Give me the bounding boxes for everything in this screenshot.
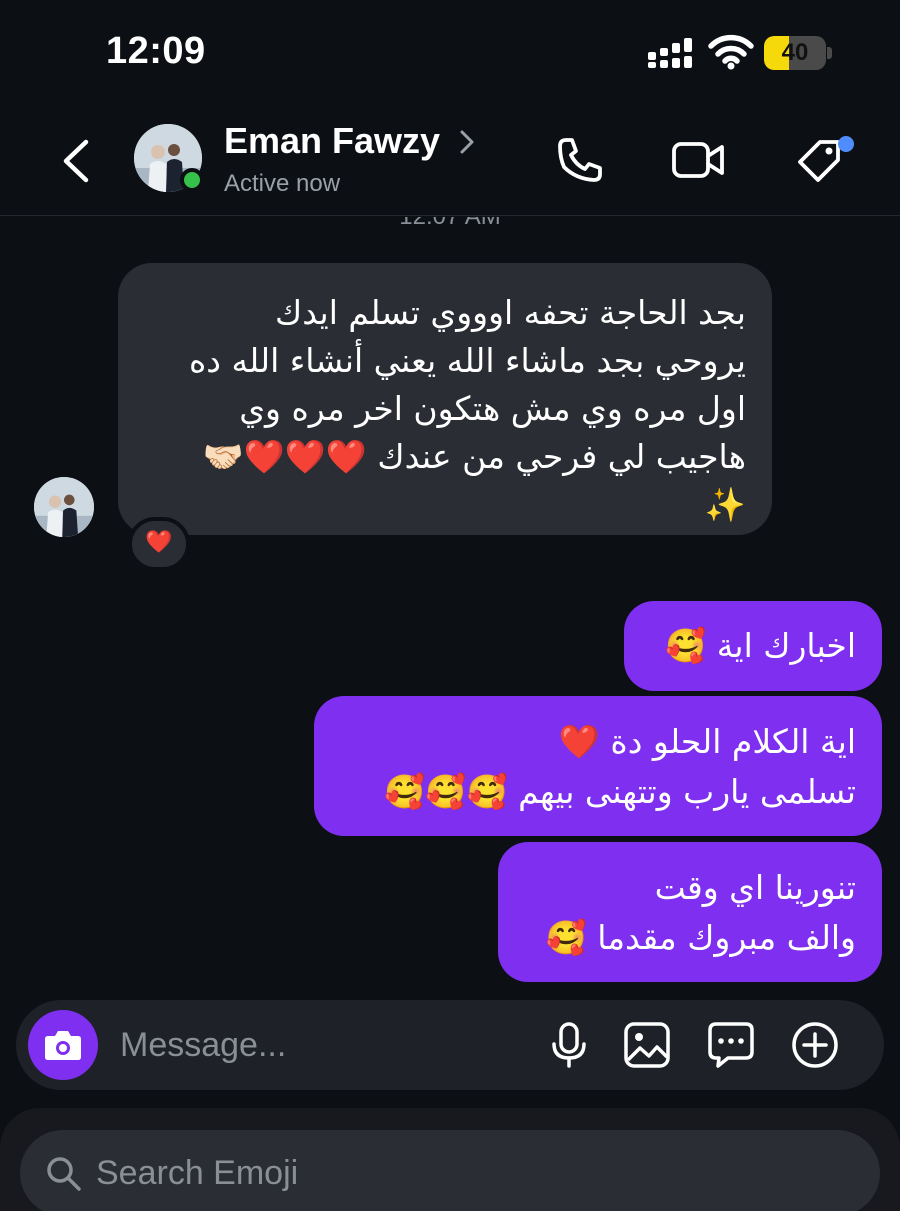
- battery-tip: [827, 47, 832, 59]
- outgoing-message-bubble[interactable]: تنورينا اي وقت والف مبروك مقدما 🥰: [498, 842, 882, 982]
- sender-avatar[interactable]: [34, 477, 94, 537]
- video-call-icon[interactable]: [670, 132, 726, 188]
- message-input[interactable]: [120, 1020, 520, 1070]
- avatar-photo: [34, 477, 94, 537]
- outgoing-message-bubble[interactable]: اخبارك اية 🥰: [624, 601, 882, 691]
- online-status-dot: [180, 168, 204, 192]
- message-thread[interactable]: 12:07 AM بجد الحاجة تحفه اوووي تسلم ايدك…: [0, 217, 900, 997]
- battery-indicator: 40: [764, 36, 832, 70]
- search-icon: [47, 1157, 81, 1191]
- incoming-message-bubble[interactable]: بجد الحاجة تحفه اوووي تسلم ايدك يروحي بج…: [118, 263, 772, 535]
- outgoing-message-bubble[interactable]: اية الكلام الحلو دة ❤️ تسلمى يارب وتتهنى…: [314, 696, 882, 836]
- emoji-search-input[interactable]: [96, 1148, 596, 1198]
- battery-body: 40: [764, 36, 826, 70]
- gallery-icon[interactable]: [622, 1020, 672, 1070]
- chat-header: Eman Fawzy Active now: [0, 110, 900, 216]
- message-text: اخبارك اية 🥰: [665, 626, 856, 665]
- message-text: اية الكلام الحلو دة ❤️ تسلمى يارب وتتهنى…: [384, 722, 856, 811]
- chevron-right-icon[interactable]: [458, 128, 476, 156]
- wifi-icon: [708, 34, 754, 70]
- message-text: تنورينا اي وقت والف مبروك مقدما 🥰: [545, 868, 856, 957]
- camera-button[interactable]: [28, 1010, 98, 1080]
- back-icon[interactable]: [56, 136, 96, 186]
- sticker-icon[interactable]: [706, 1020, 756, 1070]
- presence-status: Active now: [224, 170, 341, 197]
- contact-name[interactable]: Eman Fawzy: [224, 120, 440, 162]
- message-composer: [16, 1000, 884, 1090]
- message-text: بجد الحاجة تحفه اوووي تسلم ايدك يروحي بج…: [188, 293, 746, 524]
- heart-reaction[interactable]: ❤️: [128, 517, 190, 571]
- emoji-search-bar[interactable]: [20, 1130, 880, 1211]
- message-timestamp: 12:07 AM: [0, 217, 900, 231]
- emoji-panel: [0, 1108, 900, 1211]
- status-bar: 12:09 40: [0, 0, 900, 110]
- notification-dot: [838, 136, 854, 152]
- microphone-icon[interactable]: [544, 1020, 594, 1070]
- plus-icon[interactable]: [790, 1020, 840, 1070]
- status-time: 12:09: [106, 30, 206, 72]
- phone-icon[interactable]: [552, 132, 608, 188]
- cellular-signal-icon: [648, 38, 692, 68]
- battery-level: 40: [781, 39, 809, 66]
- camera-icon: [45, 1031, 81, 1060]
